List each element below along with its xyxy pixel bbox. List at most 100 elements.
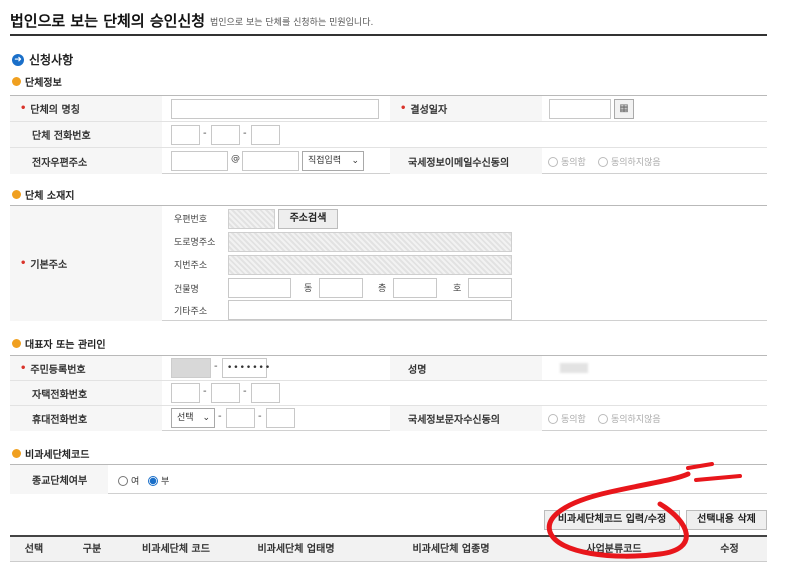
religious-yes-radio[interactable]: 여 <box>118 474 139 487</box>
bullet-icon <box>12 190 21 199</box>
lot-address-label: 지번주소 <box>174 261 208 271</box>
nontax-table: 종교단체여부 여 부 <box>10 464 767 494</box>
home-phone-part3-input[interactable] <box>251 383 280 403</box>
section-group-info-heading: 단체정보 <box>12 74 62 89</box>
delete-selected-button[interactable]: 선택내용 삭제 <box>686 510 767 530</box>
rep-name-value <box>560 363 588 373</box>
group-info-table: • 단체의 명칭 • 결성일자 ▦ 단체 전화번호 - - 전자우편주소 @ 직접입… <box>10 95 767 174</box>
row-group-phone: 단체 전화번호 - - <box>10 122 767 148</box>
section-main-heading: ➜ 신청사항 <box>12 51 73 68</box>
page-header: 법인으로 보는 단체의 승인신청 법인으로 보는 단체를 신청하는 민원입니다. <box>10 8 767 36</box>
dash-separator: - <box>203 386 207 397</box>
home-phone-part1-input[interactable] <box>171 383 200 403</box>
religious-no-radio[interactable]: 부 <box>148 474 169 487</box>
founding-date-input[interactable] <box>549 99 611 119</box>
row-rrn: • 주민등록번호 - ••••••• 성명 <box>10 356 767 381</box>
rep-name-label: 성명 <box>390 356 542 380</box>
road-address-input <box>228 232 512 252</box>
floor-input[interactable] <box>393 278 437 298</box>
calendar-icon[interactable]: ▦ <box>614 99 634 119</box>
section-main-title: 신청사항 <box>29 53 74 67</box>
section-location-title: 단체 소재지 <box>25 191 75 202</box>
email-domain-input[interactable] <box>242 151 299 171</box>
row-home-phone: 자택전화번호 - - <box>10 381 767 406</box>
chevron-down-icon: ⌄ <box>351 156 359 166</box>
sms-consent-yes-radio[interactable]: 동의함 <box>548 412 586 425</box>
building-label: 건물명 <box>174 285 199 295</box>
grid-col-industry-code[interactable]: 사업분류코드 <box>536 537 692 562</box>
dash-separator: - <box>258 411 262 422</box>
row-group-name: • 단체의 명칭 • 결성일자 ▦ <box>10 96 767 122</box>
row-mobile: 휴대전화번호 선택 ⌄ - - 국세정보문자수신동의 동의함 동의하지않음 <box>10 406 767 431</box>
section-group-info-title: 단체정보 <box>25 78 62 89</box>
dong-label: 동 <box>304 284 313 294</box>
floor-label: 층 <box>378 284 387 294</box>
grid-col-type[interactable]: 구분 <box>58 537 126 562</box>
base-address-label: • 기본주소 <box>10 206 162 321</box>
nontax-code-edit-button[interactable]: 비과세단체코드 입력/수정 <box>544 510 680 530</box>
section-location-heading: 단체 소재지 <box>12 187 74 202</box>
dash-separator: - <box>243 386 247 397</box>
sms-consent-no-radio[interactable]: 동의하지않음 <box>598 412 661 425</box>
chevron-down-icon: ⌄ <box>202 413 210 423</box>
ho-input[interactable] <box>468 278 512 298</box>
home-phone-part2-input[interactable] <box>211 383 240 403</box>
founding-date-label: • 결성일자 <box>390 96 542 121</box>
sms-consent-label: 국세정보문자수신동의 <box>390 406 542 431</box>
lot-address-input <box>228 255 512 275</box>
email-domain-select[interactable]: 직접입력 ⌄ <box>302 151 364 171</box>
rrn-front-input[interactable] <box>171 358 211 378</box>
rrn-label: • 주민등록번호 <box>10 356 162 380</box>
email-consent-no-radio[interactable]: 동의하지않음 <box>598 155 661 168</box>
mobile-part3-input[interactable] <box>266 408 295 428</box>
dash-separator: - <box>218 411 222 422</box>
dash-separator: - <box>243 128 247 139</box>
row-email: 전자우편주소 @ 직접입력 ⌄ 국세정보이메일수신동의 동의함 동의하지않음 <box>10 148 767 174</box>
grid-col-select[interactable]: 선택 <box>10 537 58 562</box>
home-phone-label: 자택전화번호 <box>10 381 162 405</box>
phone-part2-input[interactable] <box>211 125 240 145</box>
email-label: 전자우편주소 <box>10 148 162 174</box>
other-address-label: 기타주소 <box>174 307 208 317</box>
mobile-prefix-select[interactable]: 선택 ⌄ <box>171 408 215 428</box>
nontax-grid-header: 선택 구분 비과세단체 코드 비과세단체 업태명 비과세단체 업종명 사업분류코… <box>10 535 767 562</box>
zip-input <box>228 209 275 229</box>
grid-col-business-item[interactable]: 비과세단체 업종명 <box>366 537 536 562</box>
at-sign: @ <box>231 154 240 164</box>
group-phone-label: 단체 전화번호 <box>10 122 162 147</box>
section-representative-title: 대표자 또는 관리인 <box>25 340 106 351</box>
page-subtitle: 법인으로 보는 단체를 신청하는 민원입니다. <box>210 18 374 28</box>
section-representative-heading: 대표자 또는 관리인 <box>12 336 106 351</box>
page-title: 법인으로 보는 단체의 승인신청 <box>10 12 206 30</box>
arrow-right-circle-icon: ➜ <box>12 53 24 66</box>
zip-label: 우편번호 <box>174 215 208 225</box>
group-name-input[interactable] <box>171 99 379 119</box>
religious-label: 종교단체여부 <box>10 465 108 494</box>
email-consent-label: 국세정보이메일수신동의 <box>390 148 542 174</box>
phone-part1-input[interactable] <box>171 125 200 145</box>
other-address-input[interactable] <box>228 300 512 320</box>
mobile-part2-input[interactable] <box>226 408 255 428</box>
dash-separator: - <box>203 128 207 139</box>
grid-col-edit[interactable]: 수정 <box>692 537 767 562</box>
rrn-back-input[interactable]: ••••••• <box>222 358 270 378</box>
email-local-input[interactable] <box>171 151 228 171</box>
phone-part3-input[interactable] <box>251 125 280 145</box>
bullet-icon <box>12 339 21 348</box>
grid-col-code[interactable]: 비과세단체 코드 <box>126 537 226 562</box>
address-search-button[interactable]: 주소검색 <box>278 209 338 229</box>
location-table: • 기본주소 우편번호 주소검색 도로명주소 지번주소 건물명 동 층 호 기타주… <box>10 205 767 321</box>
representative-table: • 주민등록번호 - ••••••• 성명 자택전화번호 - - 휴대전화번호 선… <box>10 355 767 431</box>
ho-label: 호 <box>453 284 462 294</box>
section-nontax-title: 비과세단체코드 <box>25 450 90 461</box>
section-nontax-heading: 비과세단체코드 <box>12 446 89 461</box>
grid-col-business-type[interactable]: 비과세단체 업태명 <box>226 537 366 562</box>
bullet-icon <box>12 449 21 458</box>
dong-input[interactable] <box>319 278 363 298</box>
email-consent-yes-radio[interactable]: 동의함 <box>548 155 586 168</box>
dash-separator: - <box>214 361 218 372</box>
road-address-label: 도로명주소 <box>174 238 216 248</box>
group-name-label: • 단체의 명칭 <box>10 96 162 121</box>
bullet-icon <box>12 77 21 86</box>
building-input[interactable] <box>228 278 291 298</box>
